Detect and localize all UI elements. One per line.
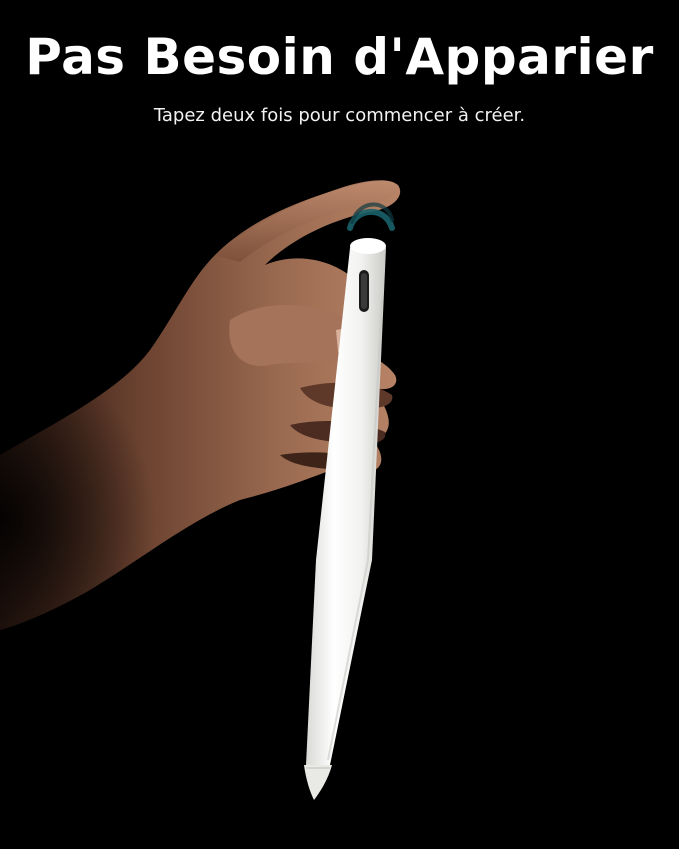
headline: Pas Besoin d'Apparier — [25, 28, 654, 86]
subheadline: Tapez deux fois pour commencer à créer. — [153, 105, 526, 126]
product-banner: Pas Besoin d'Apparier Tapez deux fois po… — [0, 0, 679, 849]
